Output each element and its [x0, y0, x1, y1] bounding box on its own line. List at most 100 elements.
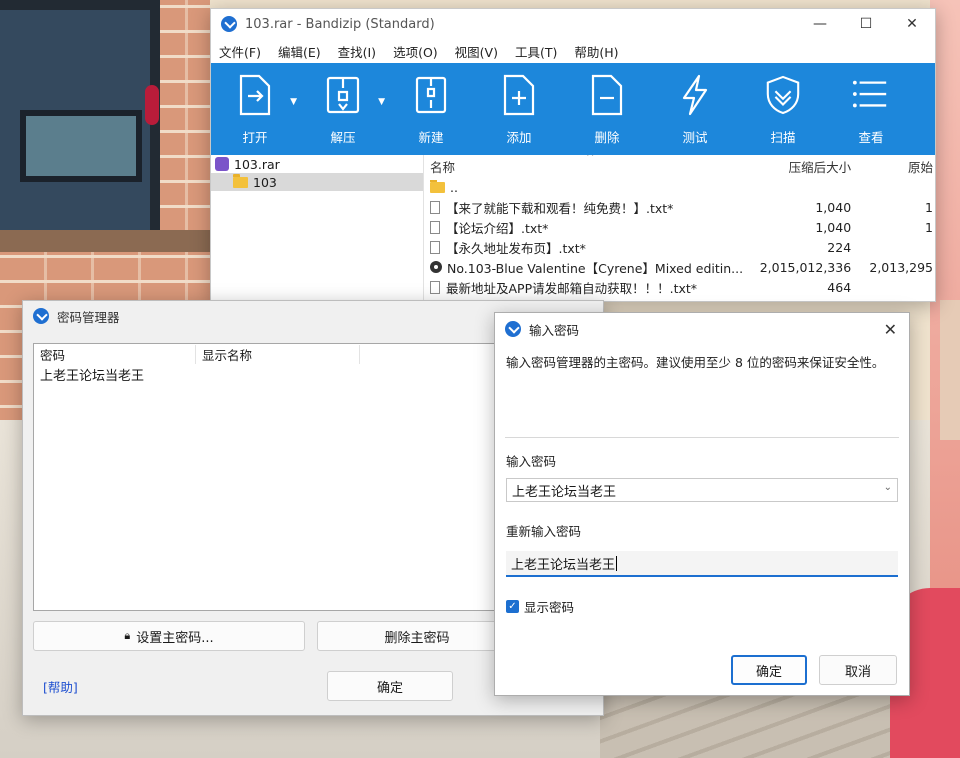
- wallpaper-window: [0, 0, 160, 240]
- set-master-password-label: 设置主密码...: [136, 630, 214, 646]
- text-caret: [616, 555, 618, 571]
- dialog-cancel-button[interactable]: 取消: [819, 655, 897, 685]
- text-file-icon: [430, 240, 440, 254]
- enter-password-titlebar[interactable]: 输入密码: [495, 313, 909, 345]
- reenter-password-label: 重新输入密码: [506, 524, 582, 539]
- extract-dropdown-icon[interactable]: ▼: [378, 97, 385, 107]
- toolbar-view-button[interactable]: 查看: [827, 63, 915, 155]
- menu-find[interactable]: 查找(I): [338, 42, 376, 61]
- bandizip-titlebar[interactable]: 103.rar - Bandizip (Standard) — ☐ ✕: [211, 9, 935, 39]
- file-row[interactable]: 【永久地址发布页】.txt* 224: [424, 237, 935, 257]
- enter-password-dialog: 输入密码 ✕ 输入密码管理器的主密码。建议使用至少 8 位的密码来保证安全性。 …: [494, 312, 910, 696]
- file-name: No.103-Blue Valentine【Cyrene】Mixed editi…: [447, 260, 744, 276]
- file-row[interactable]: ..: [424, 177, 935, 197]
- bandizip-app-icon: [221, 16, 237, 32]
- delete-master-password-label: 删除主密码: [384, 630, 450, 646]
- password-value: 上老王论坛当老王: [40, 368, 145, 384]
- menu-options[interactable]: 选项(O): [393, 42, 438, 61]
- toolbar-delete-button[interactable]: 删除: [563, 63, 651, 155]
- toolbar-add-button[interactable]: 添加: [475, 63, 563, 155]
- toolbar-test-label: 测试: [682, 130, 708, 145]
- column-packed-header[interactable]: 压缩后大小: [753, 157, 855, 176]
- column-original-header[interactable]: 原始: [855, 157, 935, 176]
- checkmark-icon: ✓: [506, 600, 519, 613]
- dialog-description: 输入密码管理器的主密码。建议使用至少 8 位的密码来保证安全性。: [506, 355, 885, 370]
- toolbar-test-button[interactable]: 测试: [651, 63, 739, 155]
- file-packed-size: 224: [827, 239, 852, 255]
- archive-icon: [215, 157, 229, 171]
- toolbar-extract-button[interactable]: ▼ 解压: [299, 63, 387, 155]
- divider: [505, 437, 899, 438]
- wallpaper-lamp: [940, 300, 960, 440]
- tree-item-archive-label: 103.rar: [234, 156, 280, 172]
- set-master-password-button[interactable]: 🔒︎ 设置主密码...: [33, 621, 305, 651]
- minimize-button[interactable]: —: [797, 9, 843, 39]
- text-file-icon: [430, 280, 440, 294]
- password-manager-ok-button[interactable]: 确定: [327, 671, 453, 701]
- menu-file[interactable]: 文件(F): [219, 42, 261, 61]
- file-name: 【来了就能下载和观看！纯免费！】.txt*: [446, 200, 674, 216]
- tree-item-folder-label: 103: [253, 174, 277, 190]
- file-row[interactable]: No.103-Blue Valentine【Cyrene】Mixed editi…: [424, 257, 935, 277]
- dialog-ok-button[interactable]: 确定: [731, 655, 807, 685]
- folder-tree: 103.rar 103: [211, 155, 424, 301]
- add-icon: [500, 73, 538, 117]
- password-manager-ok-label: 确定: [376, 680, 403, 696]
- delete-icon: [588, 73, 626, 117]
- file-row[interactable]: 【来了就能下载和观看！纯免费！】.txt* 1,040 1: [424, 197, 935, 217]
- show-password-checkbox[interactable]: ✓ 显示密码: [506, 597, 574, 616]
- file-original-size: 2,013,295: [869, 259, 933, 275]
- password-combobox-value: 上老王论坛当老王: [512, 484, 617, 500]
- file-row[interactable]: 最新地址及APP请发邮箱自动获取！！！.txt* 464: [424, 277, 935, 297]
- show-password-label: 显示密码: [524, 600, 575, 615]
- help-link[interactable]: [帮助]: [43, 677, 78, 696]
- reenter-password-field[interactable]: 上老王论坛当老王: [506, 551, 898, 577]
- test-icon: [676, 73, 714, 117]
- tree-item-folder[interactable]: 103: [211, 173, 423, 191]
- close-icon[interactable]: ✕: [884, 320, 897, 339]
- menu-help[interactable]: 帮助(H): [574, 42, 618, 61]
- password-label: 输入密码: [506, 454, 557, 469]
- menu-view[interactable]: 视图(V): [455, 42, 498, 61]
- toolbar-add-label: 添加: [506, 130, 532, 145]
- toolbar-new-button[interactable]: 新建: [387, 63, 475, 155]
- password-manager-title: 密码管理器: [57, 309, 120, 325]
- file-name: ..: [450, 179, 458, 195]
- toolbar-extract-label: 解压: [330, 130, 356, 145]
- folder-icon: [233, 173, 248, 188]
- file-name: 【论坛介绍】.txt*: [446, 220, 549, 236]
- password-combobox[interactable]: 上老王论坛当老王 ⌄: [506, 478, 898, 502]
- open-icon: [236, 73, 274, 117]
- toolbar-scan-button[interactable]: 扫描: [739, 63, 827, 155]
- maximize-button[interactable]: ☐: [843, 9, 889, 39]
- menu-edit[interactable]: 编辑(E): [278, 42, 321, 61]
- column-display-name-header[interactable]: 显示名称: [196, 344, 360, 364]
- file-original-size: 1: [925, 199, 933, 215]
- open-dropdown-icon[interactable]: ▼: [290, 97, 297, 107]
- file-packed-size: 464: [827, 279, 852, 295]
- enter-password-title: 输入密码: [529, 322, 580, 338]
- bandizip-title: 103.rar - Bandizip (Standard): [245, 16, 435, 32]
- chevron-down-icon[interactable]: ⌄: [884, 482, 892, 493]
- tree-item-archive[interactable]: 103.rar: [211, 155, 423, 173]
- file-packed-size: 2,015,012,336: [759, 259, 852, 275]
- toolbar-new-label: 新建: [418, 130, 444, 145]
- bandizip-window: 103.rar - Bandizip (Standard) — ☐ ✕ 文件(F…: [210, 8, 936, 302]
- delete-master-password-button[interactable]: 删除主密码: [317, 621, 517, 651]
- text-file-icon: [430, 200, 440, 214]
- file-list-header: 名称 ^ 压缩后大小 原始: [424, 155, 935, 177]
- column-password-header[interactable]: 密码: [34, 344, 196, 364]
- file-name: 最新地址及APP请发邮箱自动获取！！！.txt*: [446, 280, 698, 296]
- text-file-icon: [430, 220, 440, 234]
- dialog-cancel-label: 取消: [844, 664, 871, 680]
- wallpaper-ledge: [0, 230, 210, 252]
- toolbar-open-button[interactable]: ▼ 打开: [211, 63, 299, 155]
- file-original-size: 1: [925, 219, 933, 235]
- lock-icon: 🔒︎: [124, 629, 131, 642]
- file-row[interactable]: 【论坛介绍】.txt* 1,040 1: [424, 217, 935, 237]
- menu-tools[interactable]: 工具(T): [515, 42, 557, 61]
- file-packed-size: 1,040: [815, 199, 852, 215]
- toolbar-ribbon: ▼ 打开 ▼ 解压 新建 添加 删除 测试 扫描 查看: [211, 63, 935, 155]
- toolbar-open-label: 打开: [242, 130, 268, 145]
- close-button[interactable]: ✕: [889, 9, 935, 39]
